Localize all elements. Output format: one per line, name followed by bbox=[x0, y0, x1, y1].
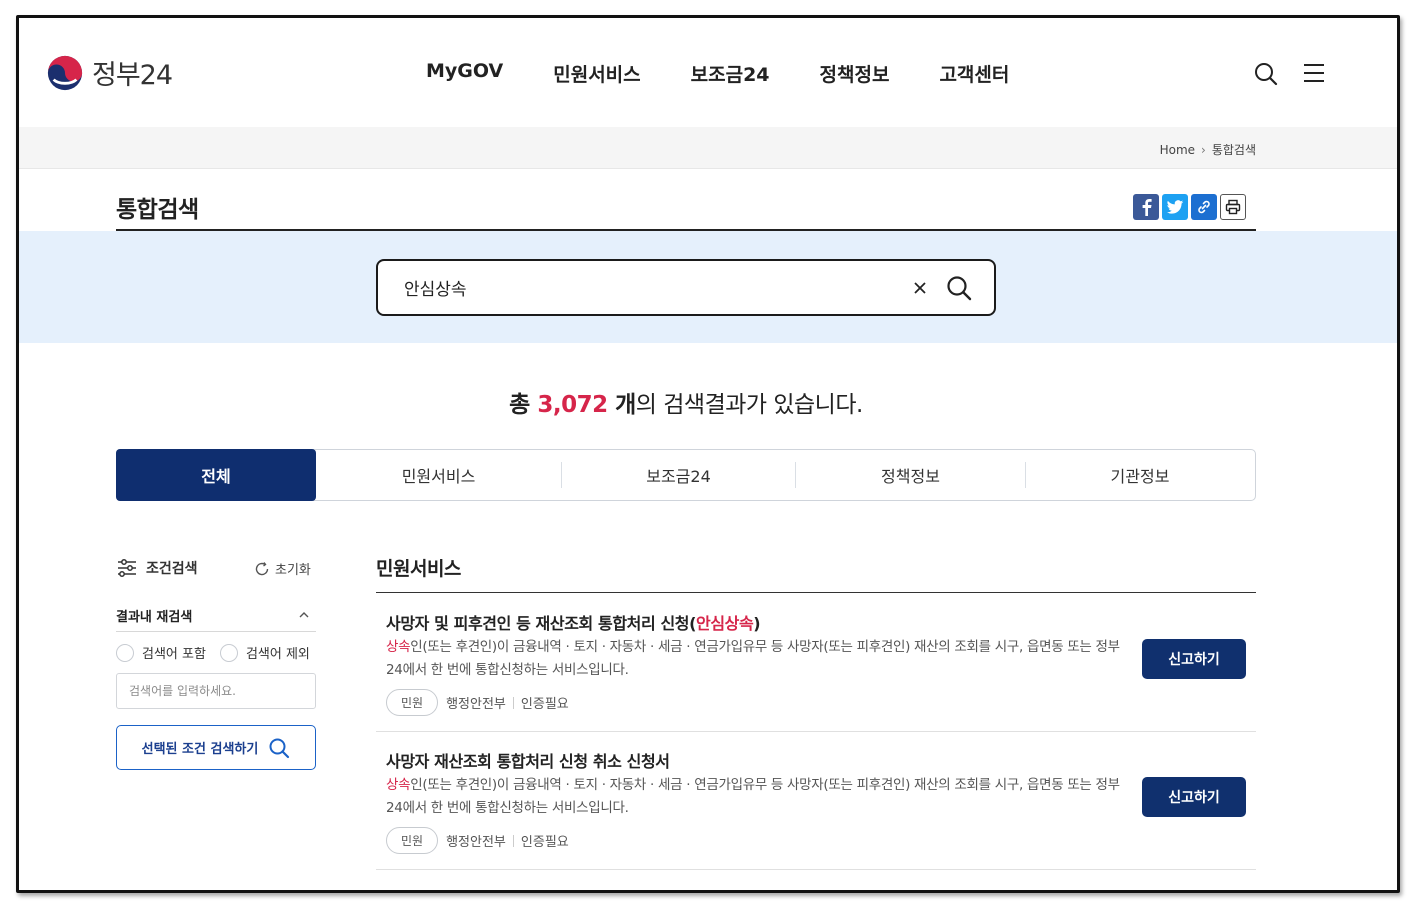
search-box bbox=[376, 259, 996, 316]
desc-text: 인(또는 후견인)이 금융내역 · 토지 · 자동차 · 세금 · 연금가입유무… bbox=[386, 777, 1120, 816]
include-label: 검색어 포함 bbox=[142, 647, 206, 662]
result-divider bbox=[376, 869, 1256, 870]
page-title: 통합검색 bbox=[116, 197, 199, 223]
result-divider bbox=[376, 731, 1256, 732]
section-title: 민원서비스 bbox=[376, 558, 461, 580]
refine-title: 결과내 재검색 bbox=[116, 610, 193, 625]
breadcrumb-home[interactable]: Home bbox=[1160, 143, 1195, 157]
search-input[interactable] bbox=[402, 276, 910, 299]
agency: 행정안전부 bbox=[446, 835, 506, 850]
condition-search-label: 선택된 조건 검색하기 bbox=[141, 742, 259, 757]
search-submit-icon[interactable] bbox=[946, 275, 972, 301]
browser-frame: 정부24 MyGOV 민원서비스 보조금24 정책정보 고객센터 Home › … bbox=[16, 15, 1400, 893]
copy-link-button[interactable] bbox=[1191, 194, 1217, 220]
main-nav: MyGOV 민원서비스 보조금24 정책정보 고객센터 bbox=[426, 60, 1009, 87]
tab-all[interactable]: 전체 bbox=[116, 449, 316, 501]
desc-highlight: 상속 bbox=[386, 777, 411, 793]
result-summary: 총 3,072 개의 검색결과가 있습니다. bbox=[19, 385, 1372, 419]
exclude-radio[interactable] bbox=[219, 643, 238, 662]
search-icon[interactable] bbox=[1254, 62, 1278, 86]
exclude-label: 검색어 제외 bbox=[245, 647, 310, 662]
hamburger-menu-icon[interactable] bbox=[1303, 62, 1325, 84]
share-buttons bbox=[1133, 194, 1246, 220]
filter-sliders-icon bbox=[118, 559, 136, 577]
site-logo[interactable]: 정부24 bbox=[46, 53, 173, 92]
nav-civil-services[interactable]: 민원서비스 bbox=[553, 60, 640, 87]
result-item: 사망자 및 피후견인 등 재산조회 통합처리 신청(안심상속) 상속인(또는 후… bbox=[376, 610, 1256, 730]
taegeuk-logo-icon bbox=[47, 55, 83, 90]
result-title-highlight: 안심상속 bbox=[696, 614, 754, 633]
chevron-up-icon[interactable] bbox=[297, 608, 311, 622]
result-description: 상속인(또는 후견인)이 금융내역 · 토지 · 자동차 · 세금 · 연금가입… bbox=[386, 636, 1126, 682]
result-item: 사망자 재산조회 통합처리 신청 취소 신청서 상속인(또는 후견인)이 금융내… bbox=[376, 748, 1256, 868]
include-radio[interactable] bbox=[116, 643, 134, 662]
category-chip: 민원 bbox=[386, 689, 439, 716]
meta-divider bbox=[512, 696, 514, 709]
tab-civil-services[interactable]: 민원서비스 bbox=[316, 450, 561, 500]
nav-mygov[interactable]: MyGOV bbox=[426, 60, 503, 87]
agency: 행정안전부 bbox=[446, 697, 506, 712]
result-meta: 민원 행정안전부 인증필요 bbox=[386, 689, 569, 716]
logo-text: 정부24 bbox=[92, 60, 173, 91]
auth-required: 인증필요 bbox=[520, 697, 569, 712]
nav-subsidy24[interactable]: 보조금24 bbox=[691, 60, 770, 87]
reset-label: 초기화 bbox=[275, 563, 311, 578]
print-button[interactable] bbox=[1220, 194, 1246, 220]
meta-divider bbox=[512, 834, 514, 847]
clear-search-button[interactable] bbox=[910, 278, 930, 298]
result-count: 3,072 bbox=[537, 392, 608, 418]
result-title-end: ) bbox=[753, 614, 761, 633]
desc-text: 인(또는 후견인)이 금융내역 · 토지 · 자동차 · 세금 · 연금가입유무… bbox=[386, 639, 1120, 678]
link-icon bbox=[1198, 200, 1210, 214]
desc-highlight: 상속 bbox=[386, 639, 411, 655]
apply-button[interactable]: 신고하기 bbox=[1142, 639, 1246, 679]
nav-policy-info[interactable]: 정책정보 bbox=[820, 60, 890, 87]
reset-button[interactable]: 초기화 bbox=[254, 559, 311, 578]
result-title-text: 사망자 및 피후견인 등 재산조회 통합처리 신청( bbox=[386, 614, 697, 633]
result-title-text: 사망자 재산조회 통합처리 신청 취소 신청서 bbox=[386, 752, 670, 771]
filter-header: 조건검색 bbox=[116, 558, 198, 578]
result-description: 상속인(또는 후견인)이 금융내역 · 토지 · 자동차 · 세금 · 연금가입… bbox=[386, 774, 1126, 820]
result-tabs: 전체 민원서비스 보조금24 정책정보 기관정보 bbox=[116, 449, 1256, 501]
refine-search-input[interactable] bbox=[116, 673, 316, 709]
summary-prefix: 총 bbox=[509, 392, 538, 418]
tab-policy-info[interactable]: 정책정보 bbox=[796, 450, 1025, 500]
result-title[interactable]: 사망자 재산조회 통합처리 신청 취소 신청서 bbox=[386, 748, 670, 772]
facebook-icon bbox=[1142, 199, 1152, 216]
breadcrumb: Home › 통합검색 bbox=[1160, 141, 1256, 158]
filter-title: 조건검색 bbox=[146, 561, 198, 577]
twitter-share-button[interactable] bbox=[1162, 194, 1188, 220]
search-icon bbox=[269, 738, 290, 758]
twitter-icon bbox=[1166, 199, 1184, 214]
chevron-right-icon: › bbox=[1201, 142, 1206, 157]
auth-required: 인증필요 bbox=[520, 835, 569, 850]
refresh-icon bbox=[255, 561, 269, 575]
tab-agency-info[interactable]: 기관정보 bbox=[1026, 450, 1254, 500]
close-icon bbox=[914, 281, 926, 294]
nav-customer-center[interactable]: 고객센터 bbox=[939, 60, 1009, 87]
facebook-share-button[interactable] bbox=[1133, 194, 1159, 220]
category-chip: 민원 bbox=[386, 827, 439, 854]
result-title[interactable]: 사망자 및 피후견인 등 재산조회 통합처리 신청(안심상속) bbox=[386, 610, 761, 634]
section-divider bbox=[376, 592, 1256, 593]
result-meta: 민원 행정안전부 인증필요 bbox=[386, 827, 569, 854]
summary-unit: 개 bbox=[607, 392, 636, 418]
breadcrumb-current: 통합검색 bbox=[1211, 143, 1256, 157]
refine-options: 검색어 포함 검색어 제외 bbox=[116, 643, 324, 662]
printer-icon bbox=[1225, 199, 1241, 215]
divider bbox=[116, 631, 316, 632]
condition-search-button[interactable]: 선택된 조건 검색하기 bbox=[116, 725, 316, 770]
summary-suffix: 의 검색결과가 있습니다. bbox=[635, 392, 864, 418]
apply-button[interactable]: 신고하기 bbox=[1142, 777, 1246, 817]
tab-subsidy24[interactable]: 보조금24 bbox=[562, 450, 795, 500]
